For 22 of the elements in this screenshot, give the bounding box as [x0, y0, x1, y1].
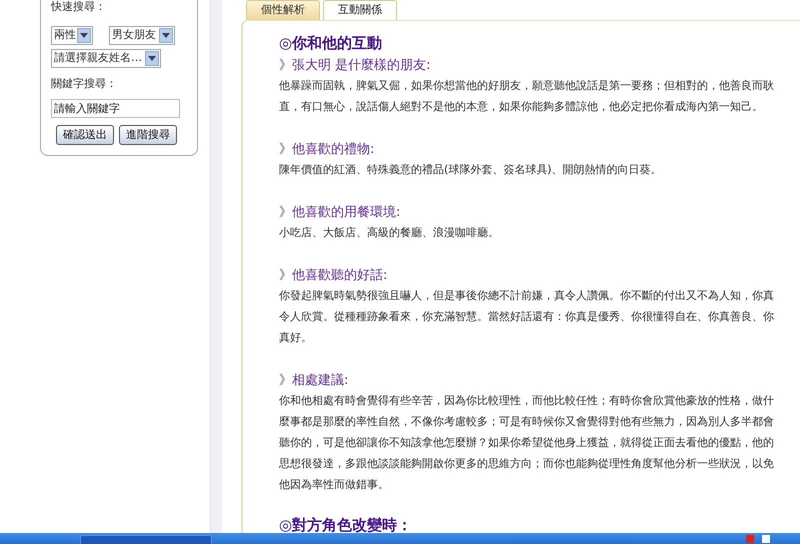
- paragraph: 小吃店、大飯店、高級的餐廳、浪漫咖啡廳。: [279, 225, 500, 241]
- section-heading: ◎對方角色改變時：: [279, 515, 414, 533]
- keyword-field[interactable]: 請輸入關鍵字: [51, 99, 180, 118]
- subsection-heading: 》他喜歡聽的好話:: [279, 267, 388, 285]
- form-button[interactable]: 確認送出: [56, 125, 114, 145]
- keyword-search-label: 關鍵字搜尋：: [51, 77, 118, 91]
- paragraph: 你發起脾氣時氣勢很強且嚇人，但是事後你總不計前嫌，真令人讚佩。你不斷的付出又不為人知，你真令人欣賞。從種種跡象看來，你充滿智慧。當然好話還有：你真是優秀、你很懂得自在、你真善良、你真好。: [279, 288, 775, 346]
- subsection-heading: 》他喜歡的用餐環境:: [279, 204, 402, 222]
- dropdown-select[interactable]: 請選擇親友姓名…: [51, 49, 161, 68]
- dropdown-select[interactable]: 兩性: [51, 26, 93, 45]
- subsection-heading: 》他喜歡的禮物:: [279, 141, 376, 159]
- paragraph: 他暴躁而固執，脾氣又倔，如果你想當他的好朋友，願意聽他說話是第一要務；但相對的，他善良而耿直，有口無心，說話傷人絕對不是他的本意，如果你能夠多體諒他，他必定把你看成海內第一知己。: [279, 78, 775, 115]
- subsection-heading: 》相處建議:: [279, 372, 350, 390]
- form-button[interactable]: 進階搜尋: [119, 125, 177, 145]
- dropdown-select[interactable]: 男女朋友: [109, 26, 175, 45]
- tab[interactable]: 個性解析: [246, 0, 320, 20]
- subsection-heading: 》張大明 是什麼樣的朋友:: [279, 57, 432, 75]
- quick-search-label: 快速搜尋：: [51, 0, 107, 14]
- section-heading: ◎你和他的互動: [279, 33, 384, 53]
- paragraph: 陳年價值的紅酒、特殊義意的禮品(球隊外套、簽名球具)、開朗熱情的向日葵。: [279, 162, 663, 178]
- paragraph: 你和他相處有時會覺得有些辛苦，因為你比較理性，而他比較任性；有時你會欣賞他豪放的性格，做什麼事都是那麼的率性自然，不像你考慮較多；可是有時候你又會覺得對他有些無力，因為別人多半都會聽你的，可是他卻讓你不知該拿他怎麼辦？如果你希望從他身上獲益，就得從正面去看他的優點，他的思想很發達，多跟他談談能夠開啟你更多的思維方向；而你也能夠從理性角度幫他分析一些狀況，以免他因為率性而做錯事。: [279, 393, 775, 493]
- tab[interactable]: 互動關係: [323, 0, 397, 20]
